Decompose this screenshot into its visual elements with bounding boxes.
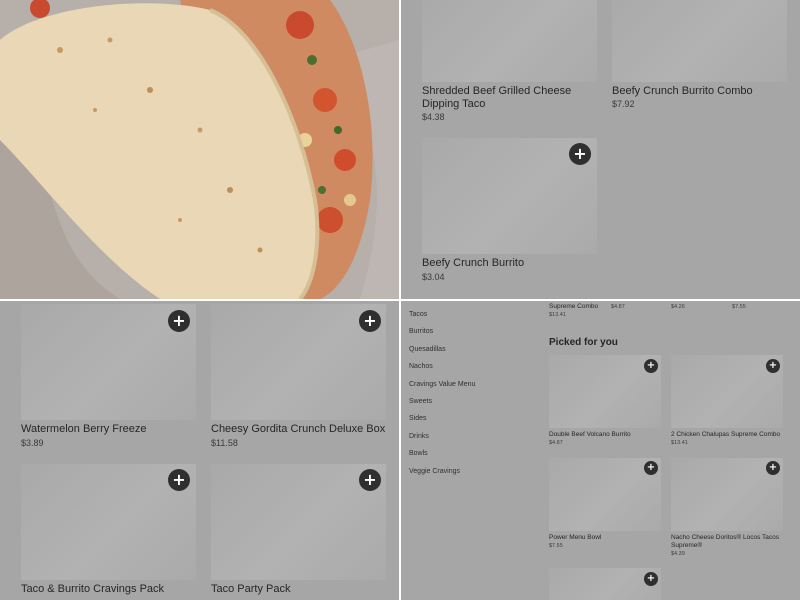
menu-item-price: $7.55 xyxy=(732,304,746,310)
plus-icon: + xyxy=(768,360,778,371)
menu-item-price: $4.39 xyxy=(671,551,685,557)
plus-icon: + xyxy=(363,311,377,330)
menu-item-price: $4.87 xyxy=(549,440,563,446)
plus-icon: + xyxy=(573,144,587,163)
menu-item-price: $3.04 xyxy=(422,272,445,282)
plus-icon: + xyxy=(172,311,186,330)
plus-icon: + xyxy=(646,462,656,473)
section-title-picked-for-you: Picked for you xyxy=(549,337,618,348)
sidebar-item-sweets[interactable]: Sweets xyxy=(409,398,432,405)
sidebar-item-quesadillas[interactable]: Quesadillas xyxy=(409,346,446,353)
sidebar-item-veggie-cravings[interactable]: Veggie Cravings xyxy=(409,468,460,475)
add-item-button[interactable]: + xyxy=(359,310,381,332)
add-item-button[interactable]: + xyxy=(644,461,658,475)
menu-item-name[interactable]: Beefy Crunch Burrito xyxy=(422,257,524,270)
menu-grid-bottom: + Watermelon Berry Freeze $3.89 + Cheesy… xyxy=(0,301,399,600)
menu-item-name[interactable]: 2 Chicken Chalupas Supreme Combo xyxy=(671,431,791,439)
product-photo-panel xyxy=(0,0,399,299)
menu-item-name[interactable]: Nacho Cheese Doritos® Locos Tacos Suprem… xyxy=(671,534,786,550)
menu-item-name[interactable]: Power Menu Bowl xyxy=(549,534,659,542)
menu-grid-top: Shredded Beef Grilled Cheese Dipping Tac… xyxy=(401,0,800,299)
menu-item-price: $7.92 xyxy=(612,99,635,109)
sidebar-item-sides[interactable]: Sides xyxy=(409,415,427,422)
menu-item-image[interactable] xyxy=(612,0,787,82)
sidebar-item-nachos[interactable]: Nachos xyxy=(409,363,433,370)
add-item-button[interactable]: + xyxy=(766,461,780,475)
menu-item-price: $4.26 xyxy=(671,304,685,310)
menu-item-name[interactable]: Cheesy Gordita Crunch Deluxe Box xyxy=(211,423,385,436)
menu-page-zoomed-out: Tacos Burritos Quesadillas Nachos Cravin… xyxy=(401,301,800,600)
product-image xyxy=(0,0,399,299)
menu-item-name[interactable]: Taco Party Pack xyxy=(211,583,290,596)
menu-item-name[interactable]: Supreme Combo xyxy=(549,303,598,311)
menu-item-price: $11.58 xyxy=(211,438,238,448)
menu-item-price: $4.87 xyxy=(611,304,625,310)
plus-icon: + xyxy=(646,573,656,584)
add-item-button[interactable]: + xyxy=(359,469,381,491)
plus-icon: + xyxy=(768,462,778,473)
menu-item-name[interactable]: Shredded Beef Grilled Cheese Dipping Tac… xyxy=(422,85,582,111)
menu-item-name[interactable]: Beefy Crunch Burrito Combo xyxy=(612,85,787,98)
add-item-button[interactable]: + xyxy=(569,143,591,165)
menu-item-price: $7.55 xyxy=(549,543,563,549)
add-item-button[interactable]: + xyxy=(168,310,190,332)
menu-item-image[interactable] xyxy=(549,568,661,600)
menu-item-name[interactable]: Double Beef Volcano Burrito xyxy=(549,431,659,439)
add-item-button[interactable]: + xyxy=(766,359,780,373)
menu-item-price: $4.38 xyxy=(422,112,445,122)
plus-icon: + xyxy=(172,470,186,489)
add-item-button[interactable]: + xyxy=(644,359,658,373)
sidebar-item-tacos[interactable]: Tacos xyxy=(409,311,427,318)
plus-icon: + xyxy=(646,360,656,371)
sidebar-item-cravings-value-menu[interactable]: Cravings Value Menu xyxy=(409,381,475,388)
sidebar-item-drinks[interactable]: Drinks xyxy=(409,433,429,440)
menu-item-name[interactable]: Watermelon Berry Freeze xyxy=(21,423,147,436)
menu-item-price: $13.41 xyxy=(549,312,566,318)
sidebar-item-bowls[interactable]: Bowls xyxy=(409,450,428,457)
sidebar-item-burritos[interactable]: Burritos xyxy=(409,328,433,335)
menu-item-price: $13.41 xyxy=(671,440,688,446)
menu-item-price: $3.89 xyxy=(21,438,44,448)
add-item-button[interactable]: + xyxy=(644,572,658,586)
add-item-button[interactable]: + xyxy=(168,469,190,491)
menu-item-image[interactable] xyxy=(422,0,597,82)
plus-icon: + xyxy=(363,470,377,489)
menu-item-name[interactable]: Taco & Burrito Cravings Pack xyxy=(21,583,164,596)
